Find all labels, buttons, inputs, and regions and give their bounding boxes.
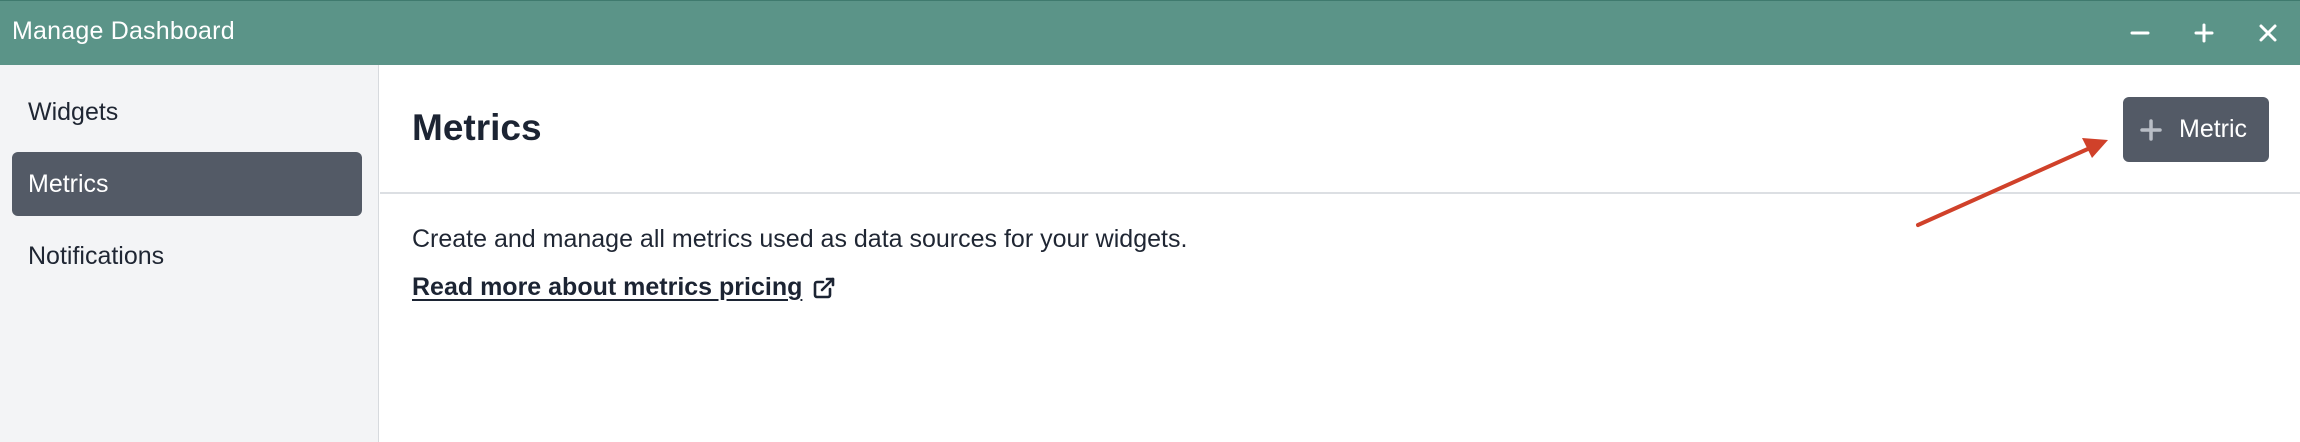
plus-icon — [2139, 118, 2163, 142]
plus-icon — [2193, 22, 2215, 44]
close-icon — [2257, 22, 2279, 44]
sidebar-item-notifications[interactable]: Notifications — [12, 224, 362, 288]
title-bar: Manage Dashboard — [0, 0, 2300, 65]
maximize-button[interactable] — [2184, 13, 2224, 53]
sidebar-item-label: Widgets — [28, 97, 119, 126]
close-button[interactable] — [2248, 13, 2288, 53]
page-header: Metrics Metric — [380, 65, 2300, 194]
main-content: Metrics Metric Create and manage all met… — [380, 65, 2300, 442]
manage-dashboard-window: Manage Dashboard Widgets Metrics Notific… — [0, 0, 2300, 442]
minimize-button[interactable] — [2120, 13, 2160, 53]
external-link-icon — [812, 276, 836, 300]
page-description: Create and manage all metrics used as da… — [412, 225, 1188, 253]
sidebar: Widgets Metrics Notifications — [0, 65, 379, 442]
sidebar-item-metrics[interactable]: Metrics — [12, 152, 362, 216]
pricing-link-label: Read more about metrics pricing — [412, 273, 803, 301]
add-metric-label: Metric — [2179, 115, 2248, 143]
minus-icon — [2129, 22, 2151, 44]
sidebar-item-widgets[interactable]: Widgets — [12, 80, 362, 144]
sidebar-item-label: Metrics — [28, 169, 109, 198]
sidebar-item-label: Notifications — [28, 241, 165, 270]
metrics-pricing-link[interactable]: Read more about metrics pricing — [412, 273, 836, 302]
window-title: Manage Dashboard — [12, 17, 235, 45]
page-title: Metrics — [412, 107, 542, 148]
add-metric-button[interactable]: Metric — [2123, 97, 2269, 162]
